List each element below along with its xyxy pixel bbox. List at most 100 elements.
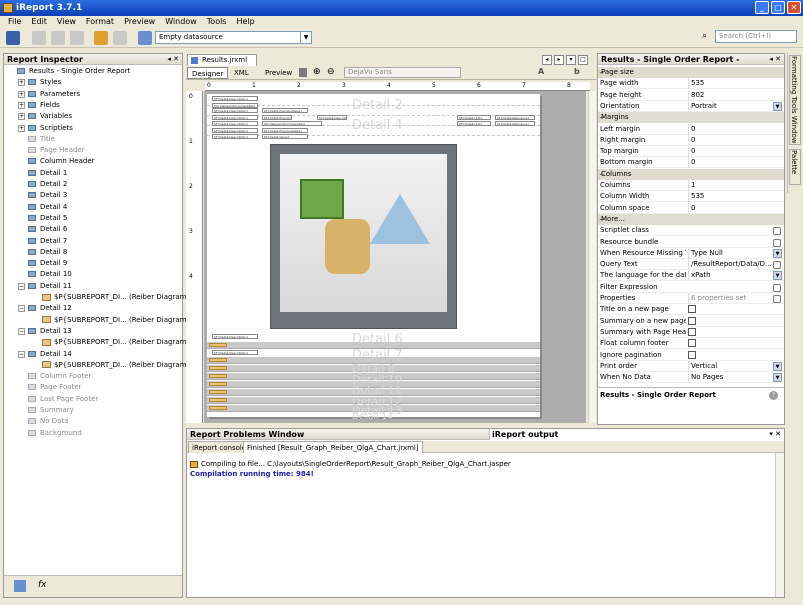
tree-item[interactable]: Detail 1 bbox=[28, 168, 67, 179]
text-field[interactable]: $F{Detail.Description} bbox=[212, 108, 258, 113]
property-value[interactable]: 0 bbox=[688, 202, 772, 214]
tree-item[interactable]: Detail 7 bbox=[28, 236, 67, 247]
property-value[interactable]: Vertical bbox=[688, 360, 772, 372]
property-checkbox[interactable] bbox=[688, 305, 696, 314]
output-scrollbar[interactable] bbox=[775, 453, 784, 597]
font-select[interactable]: DejaVu Sans bbox=[344, 67, 461, 78]
property-row[interactable]: Summary on a new page bbox=[598, 316, 784, 327]
chevron-down-icon[interactable]: ▼ bbox=[773, 361, 782, 371]
expand-toggle-icon[interactable]: + bbox=[18, 90, 25, 98]
text-field[interactable]: $F{Detail.Description} bbox=[317, 115, 347, 120]
property-row[interactable]: Properties 6 properties set bbox=[598, 293, 784, 304]
ellipsis-button[interactable] bbox=[773, 283, 781, 292]
property-value[interactable]: 1 bbox=[688, 180, 772, 191]
property-section[interactable]: Columns − bbox=[598, 168, 784, 180]
chart-image-placeholder[interactable] bbox=[270, 144, 457, 329]
document-tab[interactable]: Results.jrxml bbox=[187, 54, 257, 66]
property-row[interactable]: Left margin 0 bbox=[598, 123, 784, 135]
text-field[interactable]: $F{Detail.Unit} bbox=[457, 121, 491, 126]
panel-controls[interactable]: ◂ ✕ bbox=[167, 54, 179, 65]
property-row[interactable]: Columns 1 bbox=[598, 180, 784, 191]
tree-item[interactable]: − Detail 14 bbox=[18, 349, 72, 360]
panel-controls[interactable]: ▾ ✕ bbox=[769, 429, 781, 440]
chevron-down-icon[interactable]: ▼ bbox=[773, 373, 782, 383]
tab-palette[interactable]: Palette bbox=[789, 149, 801, 185]
tree-item[interactable]: Detail 4 bbox=[28, 202, 67, 213]
property-value[interactable]: 6 properties set bbox=[688, 293, 772, 304]
tree-item[interactable]: Summary bbox=[28, 405, 74, 416]
tree-item-subreport[interactable]: $P{SUBREPORT_DI... (Reiber Diagram) bbox=[42, 315, 189, 326]
tree-item[interactable]: − Detail 11 bbox=[18, 281, 72, 292]
tab-maximize-button[interactable]: □ bbox=[578, 55, 588, 65]
tree-item[interactable]: Detail 6 bbox=[28, 224, 67, 235]
expand-toggle-icon[interactable]: − bbox=[18, 305, 25, 313]
property-checkbox[interactable] bbox=[688, 339, 696, 348]
property-row[interactable]: The language for the datasetxPath▼ bbox=[598, 270, 784, 282]
design-canvas[interactable]: Detail 2 Detail 4 $F{Detail.Description}… bbox=[204, 91, 586, 423]
text-field[interactable]: $F{Detail.Description} bbox=[212, 115, 258, 120]
tree-item[interactable]: + Styles bbox=[18, 77, 61, 88]
close-button[interactable]: ✕ bbox=[787, 1, 801, 14]
tree-item-subreport[interactable]: $P{SUBREPORT_DI... (Reiber Diagram) bbox=[42, 337, 189, 348]
property-section[interactable]: Margins − bbox=[598, 112, 784, 124]
property-row[interactable]: When No Data No Pages ▼ bbox=[598, 372, 784, 384]
property-row[interactable]: Page width 535 bbox=[598, 78, 784, 90]
property-row[interactable]: Print order Vertical ▼ bbox=[598, 360, 784, 372]
expand-toggle-icon[interactable]: − bbox=[18, 282, 25, 290]
undo-icon[interactable] bbox=[94, 31, 108, 45]
save-icon[interactable] bbox=[6, 31, 20, 45]
minimize-button[interactable]: _ bbox=[755, 1, 769, 14]
tab-list-button[interactable]: ▾ bbox=[566, 55, 576, 65]
zoom-in-icon[interactable]: ⊕ bbox=[313, 67, 321, 77]
property-checkbox[interactable] bbox=[688, 350, 696, 359]
text-field[interactable]: $F{Detail.Description} bbox=[212, 128, 258, 133]
tab-right-button[interactable]: ▸ bbox=[554, 55, 564, 65]
search-input[interactable]: Search (Ctrl+I) bbox=[715, 30, 797, 43]
property-value[interactable]: 0 bbox=[688, 123, 772, 135]
text-field[interactable]: $F{Detail.Description} bbox=[212, 96, 258, 101]
redo-icon[interactable] bbox=[113, 31, 127, 45]
tab-ireport-console[interactable]: iReport console bbox=[188, 441, 251, 453]
property-row[interactable]: Title on a new page bbox=[598, 304, 784, 316]
text-field[interactable]: $F{Detail.Description} bbox=[212, 350, 258, 355]
tab-ireport-output[interactable]: iReport output bbox=[489, 429, 784, 440]
tree-item[interactable]: Page Footer bbox=[28, 382, 81, 393]
ellipsis-button[interactable] bbox=[773, 238, 781, 247]
tree-item[interactable]: Detail 8 bbox=[28, 247, 67, 258]
designer-scrollbar[interactable] bbox=[588, 91, 596, 423]
tree-item[interactable]: Title bbox=[28, 134, 55, 145]
menu-help[interactable]: Help bbox=[231, 16, 259, 27]
property-row[interactable]: Page height 802 bbox=[598, 89, 784, 101]
text-field[interactable]: $F{Detail.PreviousValue} bbox=[262, 128, 308, 133]
text-field[interactable]: $F{Detail.Description} bbox=[212, 334, 258, 339]
property-value[interactable]: 0 bbox=[688, 134, 772, 146]
chevron-down-icon[interactable]: ▼ bbox=[773, 101, 782, 111]
zoom-out-icon[interactable]: ⊖ bbox=[327, 67, 335, 77]
copy-icon[interactable] bbox=[51, 31, 65, 45]
tree-item[interactable]: + Parameters bbox=[18, 89, 80, 100]
property-row[interactable]: Summary with Page Header bbox=[598, 327, 784, 338]
expand-toggle-icon[interactable]: − bbox=[18, 350, 25, 358]
menu-view[interactable]: View bbox=[52, 16, 81, 27]
tab-report-problems[interactable]: Report Problems Window bbox=[190, 429, 304, 440]
tree-item[interactable]: + Scriptlets bbox=[18, 123, 73, 134]
datasource-icon[interactable] bbox=[138, 31, 152, 45]
expand-toggle-icon[interactable]: + bbox=[18, 113, 25, 121]
chevron-down-icon[interactable]: ▼ bbox=[773, 248, 782, 258]
font-size-icon[interactable]: A bbox=[538, 67, 544, 76]
property-row[interactable]: Ignore pagination bbox=[598, 350, 784, 361]
tree-item-subreport[interactable]: $P{SUBREPORT_DI... (Reiber Diagram) bbox=[42, 360, 189, 371]
chevron-down-icon[interactable]: ▼ bbox=[773, 271, 782, 281]
tree-item[interactable]: Page Header bbox=[28, 145, 85, 156]
expand-toggle-icon[interactable]: + bbox=[18, 101, 25, 109]
collapse-icon[interactable]: − bbox=[599, 169, 604, 180]
tree-item[interactable]: + Variables bbox=[18, 111, 72, 122]
tree-item[interactable]: − Detail 12 bbox=[18, 303, 72, 314]
property-row[interactable]: When Resource Missing TypeType Null▼ bbox=[598, 247, 784, 259]
expression-icon[interactable]: fx bbox=[38, 580, 47, 590]
tree-item[interactable]: Detail 3 bbox=[28, 190, 67, 201]
text-field[interactable]: $F{Detail.Value} bbox=[262, 134, 308, 139]
text-field[interactable]: $F{Detail.Reference} bbox=[495, 115, 535, 120]
paste-icon[interactable] bbox=[70, 31, 84, 45]
tree-item[interactable]: + Fields bbox=[18, 100, 60, 111]
